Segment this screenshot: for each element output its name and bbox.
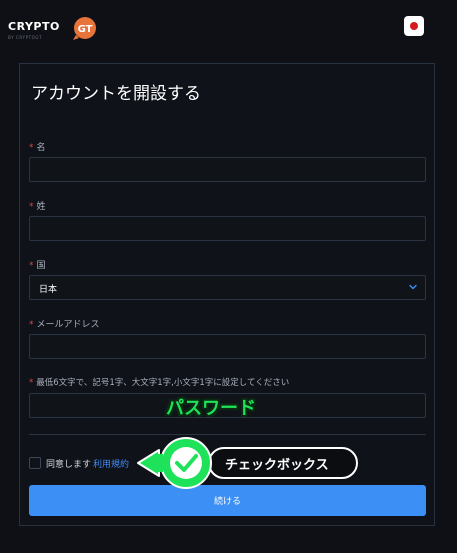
last-name-label: * 姓 (29, 199, 46, 212)
checkbox-annotation-text: チェックボックス (225, 458, 329, 473)
first-name-field[interactable] (29, 157, 426, 182)
agree-checkbox[interactable] (29, 457, 41, 469)
required-mark: * (29, 378, 34, 388)
required-mark: * (29, 261, 34, 271)
checkmark-callout-icon (137, 437, 212, 489)
agree-text: 同意します (46, 460, 92, 470)
page-title: アカウントを開設する (31, 84, 201, 104)
japan-flag-icon (410, 22, 418, 30)
logo-text: CRYPTO (8, 20, 60, 33)
required-mark: * (29, 202, 34, 212)
required-mark: * (29, 320, 34, 330)
country-label-text: 国 (36, 261, 46, 271)
required-mark: * (29, 143, 34, 153)
password-label-text: 最低6文字で、記号1字、大文字1字,小文字1字に設定してください (36, 378, 290, 388)
email-label-text: メールアドレス (36, 320, 100, 330)
country-select-value: 日本 (39, 285, 58, 295)
last-name-field[interactable] (29, 216, 426, 241)
language-flag-button[interactable] (404, 16, 424, 36)
logo-subtitle: BY CRYPTOGT (8, 35, 43, 40)
first-name-label-text: 名 (36, 143, 46, 153)
country-select[interactable]: 日本 (29, 275, 426, 300)
last-name-label-text: 姓 (36, 202, 46, 212)
logo-badge-icon: GT (73, 17, 96, 40)
first-name-label: * 名 (29, 140, 46, 153)
email-field[interactable] (29, 334, 426, 359)
country-label: * 国 (29, 258, 46, 271)
logo-badge-text: GT (78, 24, 93, 35)
password-annotation: パスワード (166, 398, 256, 419)
password-label: * 最低6文字で、記号1字、大文字1字,小文字1字に設定してください (29, 376, 289, 388)
chevron-down-icon (409, 284, 417, 290)
email-label: * メールアドレス (29, 317, 100, 330)
terms-link[interactable]: 利用規約 (93, 457, 129, 470)
header: CRYPTO GT BY CRYPTOGT (0, 0, 457, 50)
